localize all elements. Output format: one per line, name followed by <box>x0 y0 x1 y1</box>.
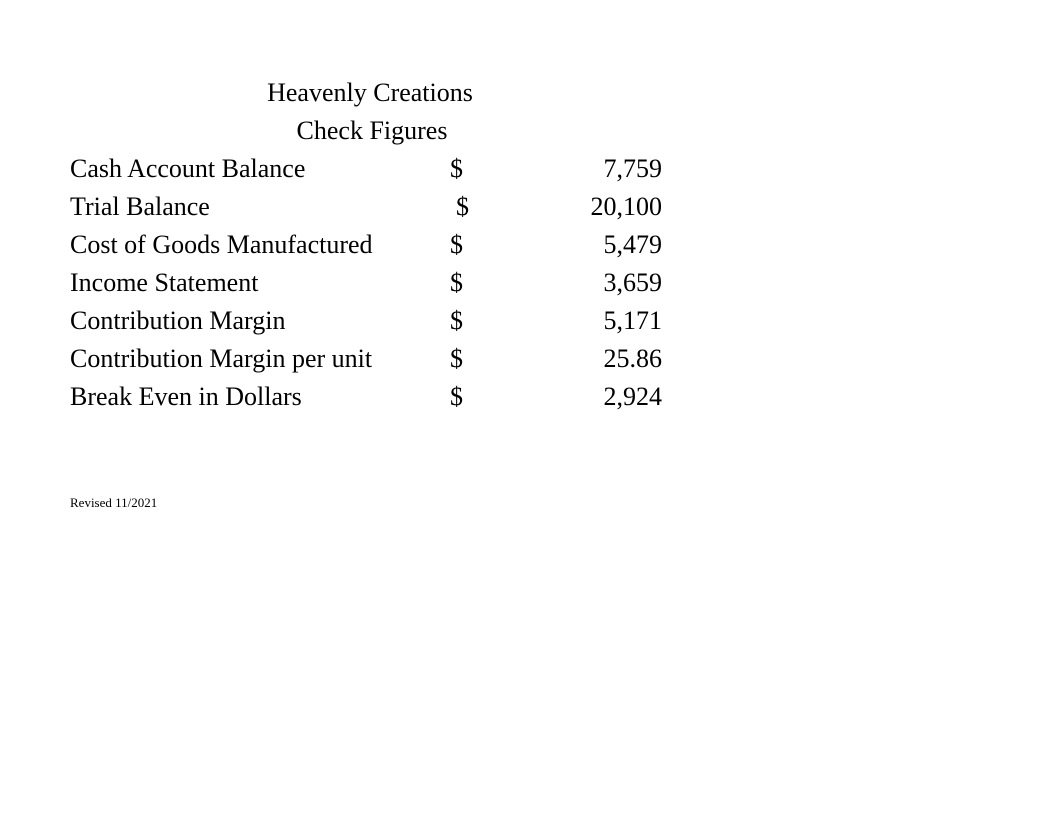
figure-label: Cost of Goods Manufactured <box>70 230 373 259</box>
currency-symbol: $ <box>456 192 469 221</box>
table-row: Trial Balance $20,100 <box>70 188 662 226</box>
figure-value: 7,759 <box>603 154 663 183</box>
revision-note: Revised 11/2021 <box>70 495 158 510</box>
currency-symbol: $ <box>450 230 463 259</box>
figure-value: 5,479 <box>603 230 663 259</box>
document-header: Heavenly Creations Check Figures <box>70 74 672 150</box>
figure-value: 5,171 <box>603 306 663 335</box>
figure-value: 2,924 <box>603 382 663 411</box>
figure-value: 3,659 <box>603 268 663 297</box>
company-name: Heavenly Creations <box>267 78 473 107</box>
figure-value: 20,100 <box>590 192 663 221</box>
currency-symbol: $ <box>450 268 463 297</box>
table-row: Cost of Goods Manufactured $5,479 <box>70 226 662 264</box>
figure-label: Break Even in Dollars <box>70 382 302 411</box>
figure-value: 25.86 <box>603 344 663 373</box>
table-row: Break Even in Dollars $2,924 <box>70 378 662 416</box>
document-subtitle: Check Figures <box>296 116 448 145</box>
document-page: Heavenly Creations Check Figures Cash Ac… <box>0 0 1062 822</box>
figure-label: Trial Balance <box>70 192 210 221</box>
figure-label: Contribution Margin per unit <box>70 344 373 373</box>
currency-symbol: $ <box>450 154 463 183</box>
table-row: Cash Account Balance $7,759 <box>70 150 662 188</box>
table-row: Contribution Margin $5,171 <box>70 302 662 340</box>
figure-label: Cash Account Balance <box>70 154 306 183</box>
currency-symbol: $ <box>450 344 463 373</box>
currency-symbol: $ <box>450 306 463 335</box>
check-figures-table: Cash Account Balance $7,759 Trial Balance $… <box>70 150 662 416</box>
currency-symbol: $ <box>450 382 463 411</box>
check-figures-body: Cash Account Balance $7,759 Trial Balance $… <box>70 150 662 416</box>
table-row: Income Statement $3,659 <box>70 264 662 302</box>
table-row: Contribution Margin per unit $25.86 <box>70 340 662 378</box>
figure-label: Income Statement <box>70 268 259 297</box>
figure-label: Contribution Margin <box>70 306 286 335</box>
